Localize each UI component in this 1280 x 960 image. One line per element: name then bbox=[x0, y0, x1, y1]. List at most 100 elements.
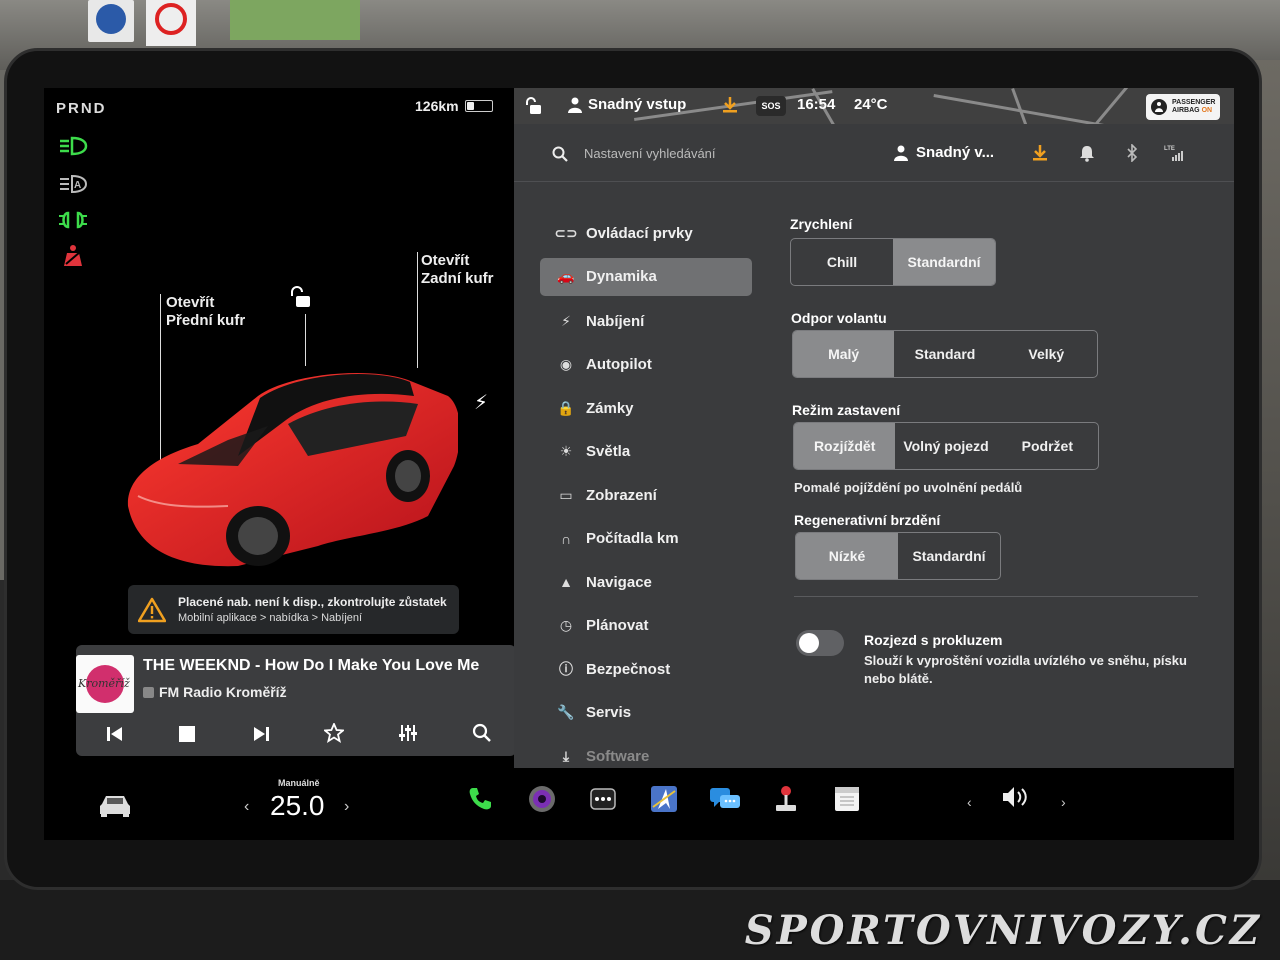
driver-profile-button[interactable]: Snadný v... bbox=[894, 144, 994, 161]
stopping-option-3[interactable]: Podržet bbox=[997, 423, 1098, 469]
sidebar-item-nabíjení[interactable]: ⚡ Nabíjení bbox=[540, 300, 752, 344]
sidebar-item-světla[interactable]: ☀ Světla bbox=[540, 430, 752, 474]
car-controls-icon[interactable] bbox=[98, 792, 132, 818]
sidebar-item-plánovat[interactable]: ◷ Plánovat bbox=[540, 604, 752, 648]
seatbelt-warning-icon bbox=[64, 245, 82, 266]
parking-lights-icon bbox=[59, 211, 87, 229]
media-player[interactable]: Kroměříž THE WEEKND - How Do I Make You … bbox=[76, 645, 516, 756]
range-value: 126km bbox=[415, 98, 459, 114]
acceleration-selector: Chill Standardní bbox=[790, 238, 996, 286]
outside-temperature: 24°C bbox=[854, 96, 888, 113]
odometer-icon: ∩ bbox=[560, 530, 572, 547]
driver-profile-label: Snadný v... bbox=[916, 144, 995, 161]
rear-trunk-label[interactable]: Otevřít Zadní kufr bbox=[421, 252, 494, 288]
alert-line1: Placené nab. není k disp., zkontrolujte … bbox=[178, 595, 447, 609]
stopping-option-2[interactable]: Volný pojezd bbox=[895, 423, 996, 469]
messages-app-icon[interactable] bbox=[708, 782, 742, 816]
sidebar-item-bezpečnost[interactable]: ⓘ Bezpečnost bbox=[540, 648, 752, 692]
phone-icon[interactable] bbox=[463, 782, 497, 816]
sidebar-item-navigace[interactable]: ▲ Navigace bbox=[540, 561, 752, 605]
sidebar-item-zobrazení[interactable]: ▭ Zobrazení bbox=[540, 474, 752, 518]
passenger-airbag-status: PASSENGER AIRBAG ON bbox=[1146, 94, 1220, 120]
track-title: THE WEEKND - How Do I Make You Love Me bbox=[143, 657, 480, 674]
acceleration-option-1[interactable]: Chill bbox=[791, 239, 893, 285]
bolt-icon: ⚡ bbox=[561, 312, 571, 329]
unlocked-status-icon[interactable] bbox=[524, 97, 542, 115]
equalizer-icon[interactable] bbox=[398, 723, 418, 743]
volume-icon[interactable] bbox=[999, 780, 1033, 814]
lock-icon: 🔒 bbox=[557, 399, 575, 416]
steering-wheel-icon: ◉ bbox=[559, 356, 573, 373]
front-trunk-line1: Otevřít bbox=[166, 294, 215, 311]
warning-icon bbox=[138, 597, 166, 622]
regen-option-1[interactable]: Nízké bbox=[796, 533, 898, 579]
sidebar-item-label: Autopilot bbox=[586, 356, 652, 374]
slip-start-description: Slouží k vyproštění vozidla uvízlého ve … bbox=[864, 653, 1187, 686]
wrench-icon: 🔧 bbox=[557, 704, 575, 721]
search-icon[interactable] bbox=[552, 146, 568, 162]
sidebar-item-ovládací-prvky[interactable]: ⊂⊃ Ovládací prvky bbox=[540, 212, 752, 256]
regen-option-2[interactable]: Standardní bbox=[898, 533, 1000, 579]
range-display: 126km bbox=[415, 98, 493, 114]
notification-bell-icon[interactable] bbox=[1079, 144, 1095, 162]
previous-track-icon[interactable] bbox=[106, 725, 124, 743]
sos-label: SOS bbox=[761, 101, 781, 111]
stopping-option-1[interactable]: Rozjíždět bbox=[794, 423, 896, 469]
sidebar-item-zámky[interactable]: 🔒 Zámky bbox=[540, 387, 752, 431]
album-art: Kroměříž bbox=[76, 655, 134, 713]
bluetooth-icon[interactable] bbox=[1126, 144, 1138, 162]
sos-button[interactable]: SOS bbox=[756, 96, 786, 116]
steering-option-2[interactable]: Standard bbox=[894, 331, 995, 377]
media-search-icon[interactable] bbox=[472, 723, 492, 743]
charging-alert[interactable]: Placené nab. není k disp., zkontrolujte … bbox=[128, 585, 459, 634]
regen-braking-selector: Nízké Standardní bbox=[795, 532, 1001, 580]
navigation-app-icon[interactable] bbox=[647, 782, 681, 816]
album-art-text: Kroměříž bbox=[78, 677, 130, 690]
favorite-star-icon[interactable] bbox=[324, 723, 344, 743]
stop-icon[interactable] bbox=[179, 726, 195, 742]
front-trunk-label[interactable]: Otevřít Přední kufr bbox=[166, 294, 245, 330]
profile-status[interactable]: Snadný vstup bbox=[568, 96, 686, 113]
climate-control[interactable]: Manuálně ‹ 25.0 › bbox=[240, 774, 360, 834]
charge-port-bolt-icon[interactable]: ⚡ bbox=[474, 390, 488, 415]
sidebar-item-dynamika[interactable]: 🚗 Dynamika bbox=[540, 257, 752, 296]
unlock-icon[interactable] bbox=[288, 286, 312, 310]
sidebar-item-autopilot[interactable]: ◉ Autopilot bbox=[540, 343, 752, 387]
sidebar-item-label: Software bbox=[586, 747, 650, 765]
airbag-line2: AIRBAG bbox=[1172, 107, 1200, 114]
steering-option-3[interactable]: Velký bbox=[996, 331, 1097, 377]
sidebar-item-label: Nabíjení bbox=[586, 312, 645, 330]
battery-icon bbox=[464, 100, 493, 112]
download-update-icon[interactable] bbox=[722, 96, 738, 114]
front-trunk-line2: Přední kufr bbox=[166, 312, 246, 329]
steering-option-1[interactable]: Malý bbox=[793, 331, 895, 377]
slip-start-title: Rozjezd s prokluzem bbox=[864, 632, 1003, 648]
software-download-icon[interactable] bbox=[1032, 144, 1048, 162]
next-track-icon[interactable] bbox=[252, 725, 270, 743]
calendar-app-icon[interactable] bbox=[830, 782, 864, 816]
toybox-joystick-icon[interactable] bbox=[769, 782, 803, 816]
temp-increase-chevron-icon[interactable]: › bbox=[344, 798, 349, 816]
status-bar: Snadný vstup SOS 16:54 24°C PASSENGER AI… bbox=[514, 88, 1234, 124]
more-apps-icon[interactable] bbox=[586, 782, 620, 816]
settings-nav: ⊂⊃ Ovládací prvky 🚗 Dynamika ⚡ Nabíjení ◉ Autop… bbox=[540, 212, 752, 778]
stopping-mode-title: Režim zastavení bbox=[792, 402, 901, 418]
low-beam-icon bbox=[60, 136, 88, 156]
sidebar-item-servis[interactable]: 🔧 Servis bbox=[540, 691, 752, 735]
volume-increase-chevron-icon[interactable]: › bbox=[1061, 794, 1066, 810]
steering-title: Odpor volantu bbox=[791, 310, 887, 326]
camera-app-icon[interactable] bbox=[525, 782, 559, 816]
user-icon bbox=[894, 145, 908, 161]
slip-start-toggle[interactable] bbox=[796, 630, 844, 656]
volume-decrease-chevron-icon[interactable]: ‹ bbox=[967, 794, 972, 810]
rear-trunk-pointer bbox=[417, 252, 418, 368]
radio-source-icon bbox=[143, 686, 154, 698]
airbag-line1: PASSENGER bbox=[1172, 99, 1216, 106]
auto-high-beam-icon: A bbox=[60, 174, 88, 194]
rear-trunk-line2: Zadní kufr bbox=[421, 270, 494, 287]
acceleration-option-2[interactable]: Standardní bbox=[893, 239, 995, 285]
search-input[interactable]: Nastavení vyhledávání bbox=[584, 146, 716, 161]
sun-icon: ☀ bbox=[559, 443, 573, 460]
temp-decrease-chevron-icon[interactable]: ‹ bbox=[244, 798, 249, 816]
sidebar-item-počítadla-km[interactable]: ∩ Počítadla km bbox=[540, 517, 752, 561]
